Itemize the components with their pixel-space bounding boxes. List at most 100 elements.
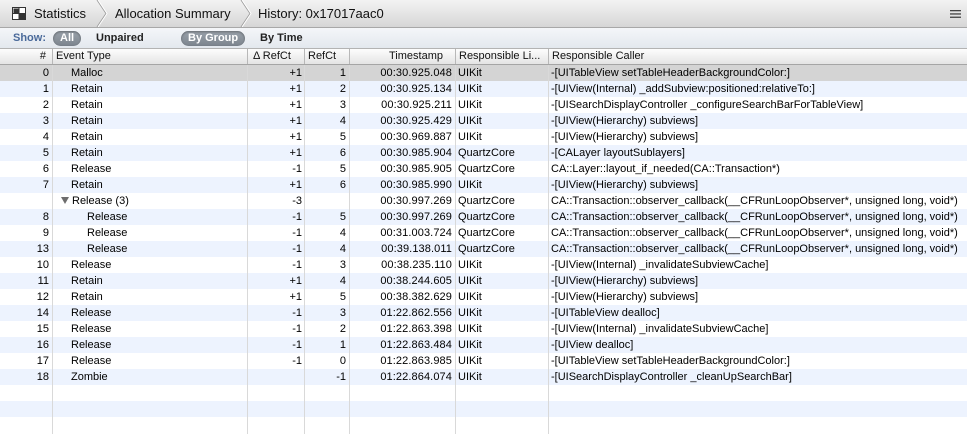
cell-delta-refct <box>248 369 304 385</box>
table-header: # Event Type Δ RefCt RefCt Timestamp Res… <box>0 49 967 65</box>
cell-refct-text: 4 <box>339 115 346 127</box>
table-row[interactable]: 2 Retain +1 3 00:30.925.211 UIKit -[UISearchDi… <box>0 97 967 113</box>
column-header-timestamp[interactable]: Timestamp <box>350 49 455 64</box>
cell-num-text: 18 <box>36 371 49 383</box>
table-row[interactable]: 15 Release -1 2 01:22.863.398 UIKit -[UIView(I… <box>0 321 967 337</box>
cell-event-type: Release <box>71 337 247 353</box>
table-row[interactable]: 1 Retain +1 2 00:30.925.134 UIKit -[UIView(Int… <box>0 81 967 97</box>
column-divider <box>52 49 53 434</box>
table-row[interactable]: 18 Zombie -1 01:22.864.074 UIKit -[UISearchDi… <box>0 369 967 385</box>
cell-timestamp: 00:38.235.110 <box>350 257 455 273</box>
cell-responsible-caller: -[CALayer layoutSublayers] <box>551 145 967 161</box>
table-row[interactable]: 11 Retain +1 4 00:38.244.605 UIKit -[UIView(Hi… <box>0 273 967 289</box>
cell-delta-refct: +1 <box>248 65 304 81</box>
cell-delta-refct: +1 <box>248 177 304 193</box>
cell-num-text: 11 <box>37 275 49 287</box>
cell-responsible-caller: -[UITableView setTableHeaderBackgroundCo… <box>551 65 967 81</box>
table-row[interactable]: 12 Retain +1 5 00:38.382.629 UIKit -[UIView(Hi… <box>0 289 967 305</box>
cell-event-type-text: Retain <box>71 83 103 95</box>
cell-timestamp: 00:31.003.724 <box>350 225 455 241</box>
cell-event-type: Retain <box>71 177 247 193</box>
cell-responsible-library-text: QuartzCore <box>458 163 515 175</box>
cell-delta-refct-text: +1 <box>289 67 302 79</box>
cell-refct: 1 <box>305 65 349 81</box>
cell-delta-refct-text: -1 <box>292 259 302 271</box>
crumb-statistics[interactable]: Statistics <box>34 0 86 27</box>
crumb-separator <box>240 0 252 27</box>
cell-responsible-library-text: UIKit <box>458 179 482 191</box>
cell-num-text: 10 <box>36 259 49 271</box>
column-header-refct[interactable]: RefCt <box>305 49 349 64</box>
group-by-time-button[interactable]: By Time <box>253 31 310 46</box>
table-row[interactable]: 10 Release -1 3 00:38.235.110 UIKit -[UIView(I… <box>0 257 967 273</box>
cell-event-type-text: Retain <box>71 291 103 303</box>
table-group-row[interactable]: Release (3) -3 00:30.997.269 QuartzCore CA::… <box>0 193 967 209</box>
cell-timestamp: 00:30.925.211 <box>350 97 455 113</box>
cell-refct-text: 6 <box>339 147 346 159</box>
column-header-responsible-library[interactable]: Responsible Li... <box>456 49 548 64</box>
cell-responsible-caller: CA::Layer::layout_if_needed(CA::Transact… <box>551 161 967 177</box>
cell-num: 6 <box>0 161 52 177</box>
column-header-event-type[interactable]: Event Type <box>53 49 247 64</box>
cell-refct: 2 <box>305 81 349 97</box>
table-row[interactable]: 3 Retain +1 4 00:30.925.429 UIKit -[UIView(Hie… <box>0 113 967 129</box>
header-divider <box>548 49 549 64</box>
cell-delta-refct: +1 <box>248 145 304 161</box>
table-row[interactable]: 5 Retain +1 6 00:30.985.904 QuartzCore -[CALay… <box>0 145 967 161</box>
cell-responsible-library: UIKit <box>458 305 548 321</box>
column-header-delta-refct[interactable]: Δ RefCt <box>248 49 304 64</box>
table-row[interactable]: 7 Retain +1 6 00:30.985.990 UIKit -[UIView(Hie… <box>0 177 967 193</box>
cell-timestamp-text: 00:30.985.905 <box>380 163 452 175</box>
cell-timestamp-text: 01:22.863.484 <box>380 339 452 351</box>
cell-num-text: 6 <box>42 163 49 175</box>
table-row[interactable]: 6 Release -1 5 00:30.985.905 QuartzCore CA::La… <box>0 161 967 177</box>
cell-timestamp-text: 00:30.997.269 <box>380 211 452 223</box>
cell-num-text: 16 <box>36 339 49 351</box>
table-row[interactable]: 17 Release -1 0 01:22.863.985 UIKit -[UITableV… <box>0 353 967 369</box>
filter-all-button[interactable]: All <box>53 31 82 46</box>
cell-responsible-caller-text: -[UITableView dealloc] <box>551 307 660 319</box>
group-by-group-button[interactable]: By Group <box>181 31 246 46</box>
cell-refct: 5 <box>305 161 349 177</box>
column-header-responsible-caller[interactable]: Responsible Caller <box>549 49 967 64</box>
cell-responsible-library: UIKit <box>458 113 548 129</box>
cell-event-type-text: Release <box>87 243 128 255</box>
cell-delta-refct: -1 <box>248 241 304 257</box>
table-row[interactable]: 4 Retain +1 5 00:30.969.887 UIKit -[UIView(Hie… <box>0 129 967 145</box>
cell-delta-refct-text: +1 <box>289 179 302 191</box>
cell-refct-text: 5 <box>339 211 346 223</box>
filter-unpaired-button[interactable]: Unpaired <box>89 31 151 46</box>
cell-timestamp-text: 00:30.969.887 <box>380 131 452 143</box>
column-header-num[interactable]: # <box>0 49 52 64</box>
crumb-allocation-summary[interactable]: Allocation Summary <box>115 0 231 27</box>
cell-responsible-library-text: UIKit <box>458 131 482 143</box>
cell-responsible-caller-text: -[UIView(Hierarchy) subviews] <box>551 115 699 127</box>
cell-num: 13 <box>0 241 52 257</box>
disclosure-triangle-icon[interactable] <box>61 197 69 204</box>
cell-delta-refct-text: +1 <box>289 83 302 95</box>
menu-icon[interactable] <box>950 10 961 18</box>
cell-delta-refct-text: +1 <box>289 131 302 143</box>
cell-responsible-library-text: UIKit <box>458 259 482 271</box>
cell-num: 10 <box>0 257 52 273</box>
cell-num: 5 <box>0 145 52 161</box>
table-row[interactable]: 14 Release -1 3 01:22.862.556 UIKit -[UITableV… <box>0 305 967 321</box>
table-row[interactable]: 0 Malloc +1 1 00:30.925.048 UIKit -[UITableVie… <box>0 65 967 81</box>
table-row[interactable]: 16 Release -1 1 01:22.863.484 UIKit -[UIView d… <box>0 337 967 353</box>
column-divider <box>349 49 350 434</box>
cell-responsible-caller-text: -[UIView(Hierarchy) subviews] <box>551 291 699 303</box>
cell-responsible-caller-text: -[UITableView setTableHeaderBackgroundCo… <box>551 67 790 79</box>
cell-delta-refct-text: +1 <box>289 115 302 127</box>
cell-timestamp: 00:30.985.904 <box>350 145 455 161</box>
cell-responsible-caller-text: -[UIView(Internal) _invalidateSubviewCac… <box>551 259 769 271</box>
cell-num-text: 7 <box>42 179 49 191</box>
cell-responsible-library-text: UIKit <box>458 371 482 383</box>
cell-responsible-caller: -[UIView(Hierarchy) subviews] <box>551 273 967 289</box>
table-row[interactable]: 9 Release -1 4 00:31.003.724 QuartzCore CA::Tr… <box>0 225 967 241</box>
cell-responsible-caller-text: -[UISearchDisplayController _configureSe… <box>551 99 864 111</box>
table-row[interactable]: 13 Release -1 4 00:39.138.011 QuartzCore CA::T… <box>0 241 967 257</box>
cell-num-text: 15 <box>36 323 49 335</box>
table-row[interactable]: 8 Release -1 5 00:30.997.269 QuartzCore CA::Tr… <box>0 209 967 225</box>
crumb-history[interactable]: History: 0x17017aac0 <box>258 0 384 27</box>
cell-responsible-caller: -[UIView(Hierarchy) subviews] <box>551 177 967 193</box>
